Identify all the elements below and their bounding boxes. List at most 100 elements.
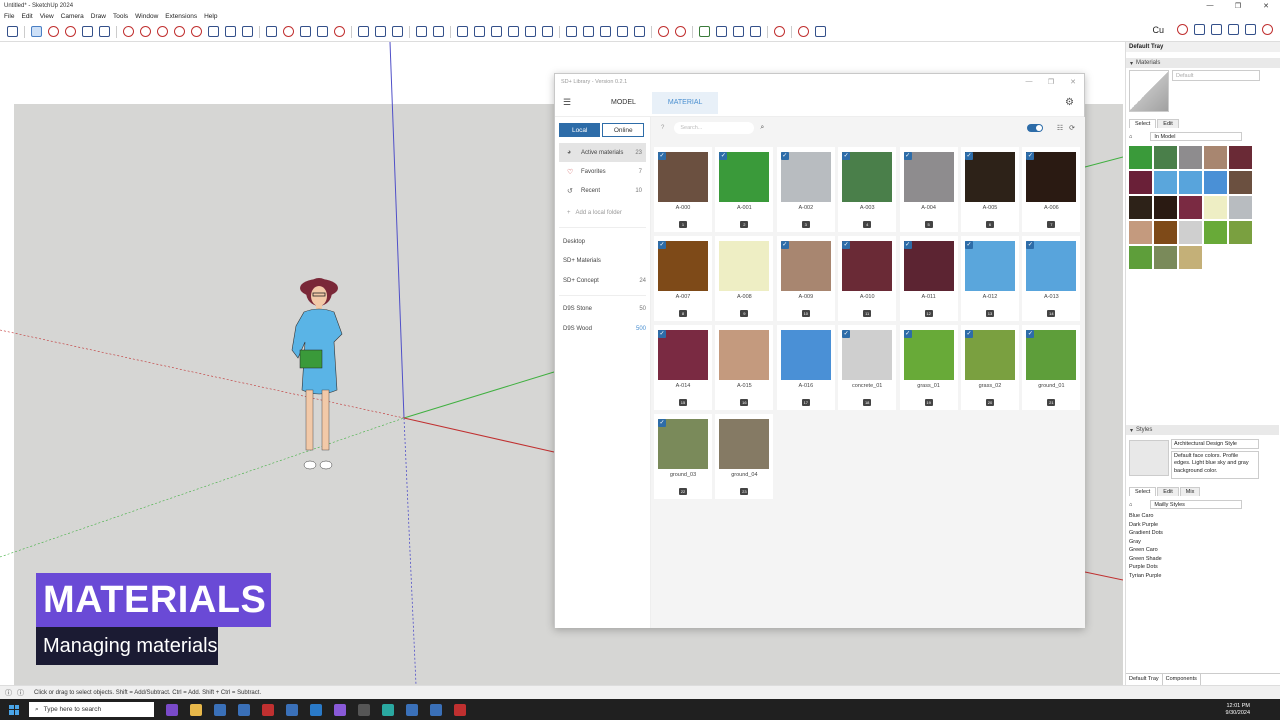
library-close-button[interactable]: ✕ [1062,78,1084,86]
sandbox-icon[interactable] [658,26,669,37]
gear-icon[interactable]: ⚙ [1065,97,1074,108]
warehouse-icon[interactable] [375,26,386,37]
folder-desktop[interactable]: Desktop [555,232,650,252]
move-icon[interactable] [140,26,151,37]
help-icon[interactable]: ⓘ [5,688,12,698]
tray-swatch[interactable] [1129,171,1152,194]
sidebar-item-favorites[interactable]: ♡ Favorites 7 [559,162,646,181]
hamburger-menu-icon[interactable]: ☰ [563,97,575,108]
tab-edit[interactable]: Edit [1157,119,1179,128]
zoom-icon[interactable] [317,26,328,37]
code-icon[interactable] [1245,24,1256,35]
tray-swatch[interactable] [1129,221,1152,244]
pan-icon[interactable] [300,26,311,37]
tab-components[interactable]: Components [1163,674,1201,685]
menu-window[interactable]: Window [135,13,158,20]
tab-default-tray[interactable]: Default Tray [1126,674,1163,685]
app-icon[interactable] [334,703,346,716]
menu-file[interactable]: File [4,13,14,20]
add-folder-button[interactable]: + Add a local folder [555,203,650,223]
edge-icon[interactable] [382,703,394,716]
style-collection-select[interactable]: Mailly Styles [1150,500,1243,509]
search-input[interactable]: Search... [674,122,755,134]
tray-swatch[interactable] [1129,196,1152,219]
menu-view[interactable]: View [40,13,54,20]
material-tile[interactable]: ✓ A-012 13 [961,236,1019,321]
layers-icon[interactable] [733,26,744,37]
export-icon[interactable] [815,26,826,37]
section-plane-icon[interactable] [583,26,594,37]
maximize-button[interactable]: ❐ [1224,2,1252,10]
vscode-icon[interactable] [310,703,322,716]
smoove-icon[interactable] [675,26,686,37]
tape-measure-icon[interactable] [208,26,219,37]
library-icon[interactable] [699,26,710,37]
material-tile[interactable]: ✓ A-005 6 [961,147,1019,232]
help-icon[interactable]: ? [661,125,664,131]
material-tile[interactable]: ✓ A-010 11 [838,236,897,321]
app-icon[interactable] [454,703,466,716]
checkbox-icon[interactable]: ✓ [658,152,666,160]
style-list-item[interactable]: Green Shade [1129,555,1163,564]
material-tile[interactable]: ✓ A-003 4 [838,147,897,232]
checkbox-icon[interactable]: ✓ [780,152,789,160]
checkbox-icon[interactable]: ✓ [780,241,789,249]
material-tile[interactable]: ✓ A-007 8 [654,236,712,321]
checkbox-icon[interactable]: ✓ [965,330,973,338]
rotate-icon[interactable] [157,26,168,37]
online-button[interactable]: Online [602,123,644,137]
tab-material[interactable]: MATERIAL [651,91,719,114]
tab-mix[interactable]: Mix [1179,487,1201,496]
home-icon[interactable]: ⌂ [1129,502,1132,508]
line-tool-icon[interactable] [82,26,93,37]
checkbox-icon[interactable]: ✓ [658,419,666,427]
tray-swatch[interactable] [1154,196,1177,219]
tab-model[interactable]: MODEL [595,92,652,114]
render-icon[interactable] [798,26,809,37]
material-tile[interactable]: ✓ concrete_01 18 [838,325,897,410]
checkbox-icon[interactable]: ✓ [1026,152,1035,160]
ruby-icon[interactable] [1262,24,1273,35]
style-name-field[interactable]: Architectural Design Style [1171,439,1259,449]
checkbox-icon[interactable]: ✓ [842,152,851,160]
checkbox-icon[interactable]: ✓ [903,330,912,338]
material-tile[interactable]: ✓ A-009 10 [776,236,835,321]
material-tile[interactable]: ✓ grass_02 20 [961,325,1019,410]
windows-start-icon[interactable] [9,704,19,715]
material-swatch[interactable] [780,330,831,380]
sidebar-item-recent[interactable]: ↺ Recent 10 [559,181,646,200]
front-view-icon[interactable] [491,26,502,37]
info-icon[interactable]: ⓘ [17,688,24,698]
rectangle-tool-icon[interactable] [99,26,110,37]
tray-swatch[interactable] [1129,246,1152,269]
sidebar-item-active-materials[interactable]: ◕ Active materials 23 [559,143,646,162]
checkbox-icon[interactable]: ✓ [903,241,912,249]
view-toggle[interactable] [1026,124,1043,132]
sketchup-icon[interactable] [406,703,418,716]
checkbox-icon[interactable]: ✓ [842,241,851,249]
account-icon[interactable] [416,26,427,37]
taskbar-clock[interactable]: 12:01 PM 9/30/2024 [1226,703,1250,717]
building-icon[interactable] [1177,24,1188,35]
refresh-icon[interactable]: ⟳ [1069,124,1075,132]
folder-d9s-stone[interactable]: D9S Stone 50 [555,300,650,320]
material-tile[interactable]: ✓ A-006 7 [1022,147,1081,232]
section-cut-icon[interactable] [600,26,611,37]
file-explorer-icon[interactable] [190,703,202,716]
material-tile[interactable]: ✓ A-013 14 [1022,236,1081,321]
tray-swatch[interactable] [1179,246,1202,269]
select-tool-icon[interactable] [31,26,42,37]
iso-view-icon[interactable] [457,26,468,37]
app-icon[interactable] [286,703,298,716]
home-icon[interactable]: ⌂ [1129,134,1132,140]
material-tile[interactable]: ✓ A-004 5 [899,147,958,232]
material-swatch[interactable] [719,419,770,469]
checkbox-icon[interactable]: ✓ [965,152,973,160]
tray-swatch[interactable] [1154,246,1177,269]
material-tile[interactable]: A-008 9 [715,236,774,321]
menu-help[interactable]: Help [204,13,217,20]
checkbox-icon[interactable]: ✓ [842,330,851,338]
layout-icon[interactable] [238,703,250,716]
paint-bucket-icon[interactable] [283,26,294,37]
material-tile[interactable]: ✓ A-001 2 [715,147,774,232]
